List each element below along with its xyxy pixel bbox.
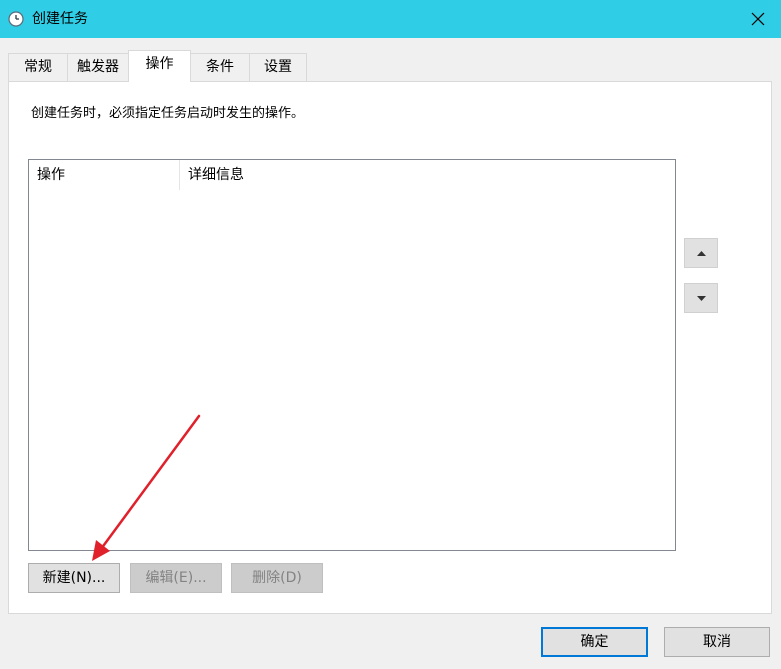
- clock-icon: [8, 11, 24, 27]
- actions-list[interactable]: 操作 详细信息: [28, 159, 676, 551]
- move-down-button[interactable]: [684, 283, 718, 313]
- tab-label: 设置: [264, 59, 292, 75]
- tab-actions[interactable]: 操作: [128, 50, 191, 82]
- ok-button[interactable]: 确定: [541, 627, 648, 657]
- cancel-button[interactable]: 取消: [664, 627, 770, 657]
- column-header-action[interactable]: 操作: [29, 160, 179, 190]
- actions-tab-panel: 创建任务时，必须指定任务启动时发生的操作。 操作 详细信息 新建(N)... 编…: [8, 81, 772, 614]
- triangle-down-icon: [696, 295, 706, 301]
- tab-settings[interactable]: 设置: [249, 53, 307, 81]
- tab-label: 触发器: [77, 59, 119, 75]
- actions-description: 创建任务时，必须指定任务启动时发生的操作。: [31, 106, 305, 121]
- new-button[interactable]: 新建(N)...: [28, 563, 120, 593]
- close-icon: [751, 12, 765, 26]
- title-bar[interactable]: 创建任务: [0, 0, 781, 38]
- triangle-up-icon: [696, 250, 706, 256]
- window-title: 创建任务: [32, 11, 88, 27]
- tab-general[interactable]: 常规: [8, 53, 68, 81]
- tab-label: 操作: [145, 56, 174, 72]
- tab-label: 常规: [24, 59, 52, 75]
- edit-button[interactable]: 编辑(E)...: [130, 563, 222, 593]
- move-up-button[interactable]: [684, 238, 718, 268]
- close-button[interactable]: [735, 0, 781, 38]
- delete-button[interactable]: 删除(D): [231, 563, 323, 593]
- tab-label: 条件: [206, 59, 234, 75]
- tab-triggers[interactable]: 触发器: [67, 53, 129, 81]
- tab-conditions[interactable]: 条件: [190, 53, 250, 81]
- column-header-details[interactable]: 详细信息: [180, 160, 675, 190]
- create-task-dialog: 创建任务 常规 触发器 操作 条件 设置 创建任务时，必须指定任务启动时发生的操…: [0, 0, 781, 669]
